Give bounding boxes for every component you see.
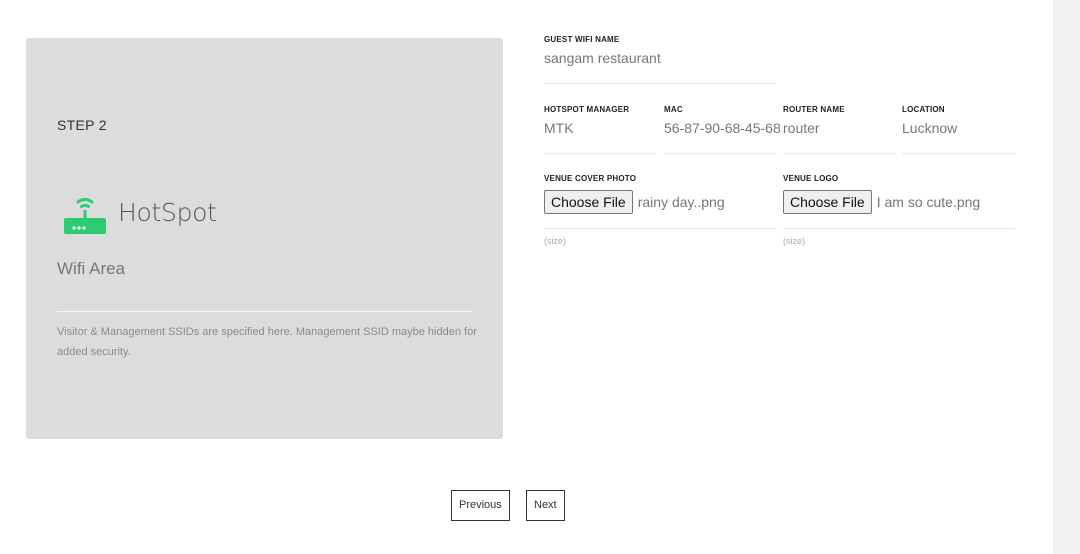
cover-photo-choose-button[interactable]: Choose File (544, 190, 633, 214)
step-card: STEP 2 HotSpot Wifi Area Visitor & Manag… (26, 38, 503, 439)
location-value[interactable]: Lucknow (902, 120, 1015, 136)
step-label: STEP 2 (57, 117, 107, 133)
router-name-field[interactable]: ROUTER NAME router (783, 105, 895, 154)
previous-button[interactable]: Previous (451, 490, 510, 521)
venue-logo-file-name: I am so cute.png (876, 194, 981, 210)
hotspot-manager-field[interactable]: HOTSPOT MANAGER MTK (544, 105, 656, 154)
hotspot-manager-label: HOTSPOT MANAGER (544, 105, 630, 114)
location-field[interactable]: LOCATION Lucknow (902, 105, 1015, 154)
venue-logo-label: VENUE LOGO (783, 174, 839, 183)
logo-text: HotSpot (118, 197, 217, 227)
area-description: Visitor & Management SSIDs are specified… (57, 326, 477, 358)
location-underline (902, 153, 1015, 154)
mac-underline (664, 153, 776, 154)
wifi-router-icon (62, 188, 108, 236)
guest-wifi-value[interactable]: sangam restaurant (544, 50, 776, 66)
router-name-value[interactable]: router (783, 120, 895, 136)
cover-photo-size-hint: (size) (544, 236, 566, 246)
area-title: Wifi Area (57, 259, 126, 278)
router-name-underline (783, 153, 895, 154)
venue-logo-choose-button[interactable]: Choose File (783, 190, 872, 214)
venue-logo-size-hint: (size) (783, 236, 805, 246)
hotspot-logo: HotSpot (62, 188, 217, 236)
next-button[interactable]: Next (526, 490, 565, 521)
cover-photo-file-name: rainy day..png (637, 194, 725, 210)
mac-label: MAC (664, 105, 683, 114)
cover-photo-field: VENUE COVER PHOTO Choose File rainy day.… (544, 174, 776, 246)
mac-value[interactable]: 56-87-90-68-45-68 (664, 120, 781, 136)
cover-photo-underline (544, 228, 776, 229)
guest-wifi-label: GUEST WIFI NAME (544, 35, 620, 44)
location-label: LOCATION (902, 105, 945, 114)
guest-wifi-field[interactable]: GUEST WIFI NAME sangam restaurant (544, 35, 776, 84)
cover-photo-file-input[interactable]: Choose File rainy day..png (544, 190, 776, 214)
hotspot-manager-underline (544, 153, 656, 154)
mac-field[interactable]: MAC 56-87-90-68-45-68 (664, 105, 781, 154)
card-divider (57, 311, 472, 312)
hotspot-manager-value[interactable]: MTK (544, 120, 656, 136)
guest-wifi-underline (544, 83, 776, 84)
venue-logo-file-input[interactable]: Choose File I am so cute.png (783, 190, 1015, 214)
venue-logo-underline (783, 228, 1015, 229)
right-scroll-gutter (1053, 0, 1080, 554)
cover-photo-label: VENUE COVER PHOTO (544, 174, 637, 183)
venue-logo-field: VENUE LOGO Choose File I am so cute.png … (783, 174, 1015, 246)
router-name-label: ROUTER NAME (783, 105, 845, 114)
